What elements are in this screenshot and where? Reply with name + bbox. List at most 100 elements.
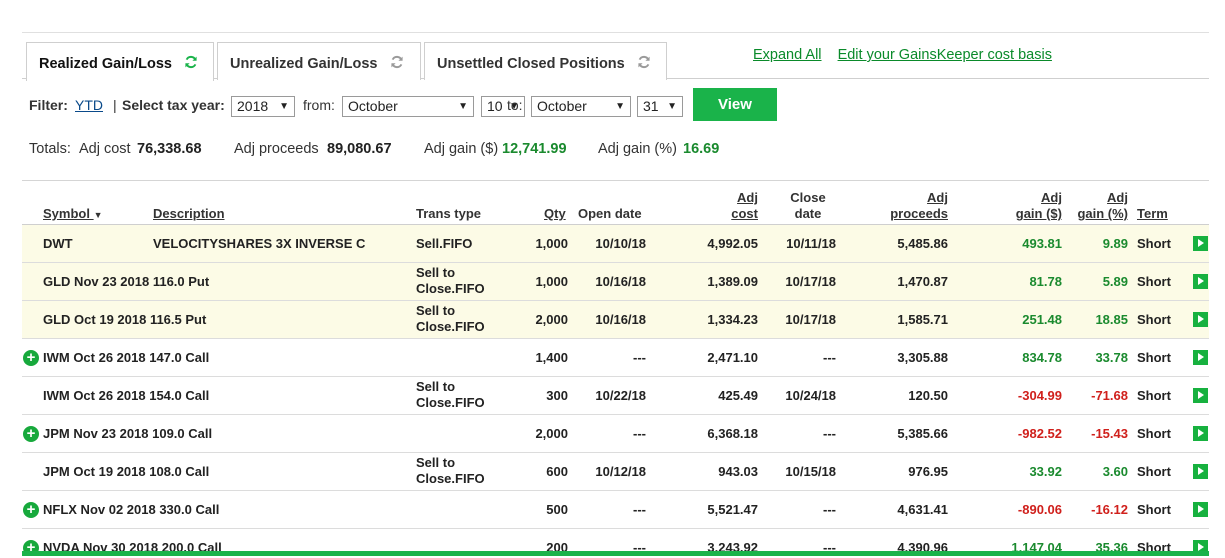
table-row[interactable]: + IWM Oct 26 2018 147.0 Call 1,400 --- 2,471… xyxy=(22,339,1209,377)
cell-term: Short xyxy=(1137,274,1171,289)
edit-cost-basis-link[interactable]: Edit your GainsKeeper cost basis xyxy=(838,47,1052,63)
cell-adj-gain-pct: -71.68 xyxy=(1091,388,1128,403)
cell-adj-gain: -890.06 xyxy=(1017,502,1062,517)
cell-term: Short xyxy=(1137,312,1171,327)
table-row[interactable]: IWM Oct 26 2018 154.0 Call Sell to Close.… xyxy=(22,377,1209,415)
col-adj-gain-line1: Adj xyxy=(1041,190,1062,205)
top-links: Expand All Edit your GainsKeeper cost ba… xyxy=(753,47,1064,63)
cell-open-date: 10/16/18 xyxy=(595,274,646,289)
cell-close-date: 10/17/18 xyxy=(785,312,836,327)
table-row[interactable]: JPM Oct 19 2018 108.0 Call Sell to Close.… xyxy=(22,453,1209,491)
table-row[interactable]: GLD Oct 19 2018 116.5 Put Sell to Close.F… xyxy=(22,301,1209,339)
cell-open-date: --- xyxy=(633,502,646,517)
totals-adj-gain: 12,741.99 xyxy=(502,141,567,157)
cell-open-date: 10/16/18 xyxy=(595,312,646,327)
col-symbol[interactable]: Symbol ▼ xyxy=(43,206,103,223)
cell-adj-cost: 425.49 xyxy=(718,388,758,403)
cell-adj-gain: 33.92 xyxy=(1029,464,1062,479)
play-arrow-icon[interactable] xyxy=(1193,464,1208,479)
cell-adj-cost: 5,521.47 xyxy=(707,502,758,517)
col-adj-gain-pct[interactable]: Adj gain (%) xyxy=(1064,190,1128,222)
cell-symbol: IWM Oct 26 2018 147.0 Call xyxy=(43,350,210,365)
cell-symbol: JPM Oct 19 2018 108.0 Call xyxy=(43,464,210,479)
to-label: to: xyxy=(507,97,523,113)
col-adj-gain[interactable]: Adj gain ($) xyxy=(998,190,1062,222)
col-adj-proceeds[interactable]: Adj proceeds xyxy=(868,190,948,222)
tax-year-select[interactable]: 2018 ▼ xyxy=(231,96,295,117)
tax-year-label: Select tax year: xyxy=(122,97,225,113)
refresh-icon[interactable] xyxy=(184,55,198,69)
col-description[interactable]: Description xyxy=(153,206,225,222)
refresh-icon[interactable] xyxy=(637,55,651,69)
cell-adj-cost: 1,334.23 xyxy=(707,312,758,327)
col-term[interactable]: Term xyxy=(1137,206,1168,222)
view-button[interactable]: View xyxy=(693,88,777,121)
totals-adj-cost-label: Adj cost xyxy=(79,141,131,157)
expand-plus-icon[interactable]: + xyxy=(23,350,39,366)
cell-close-date: 10/24/18 xyxy=(785,388,836,403)
cell-adj-gain-pct: 33.78 xyxy=(1095,350,1128,365)
col-adj-gain-pct-line2: gain (%) xyxy=(1077,206,1128,221)
cell-close-date: --- xyxy=(823,502,836,517)
tab-label: Realized Gain/Loss xyxy=(39,56,172,72)
play-arrow-icon[interactable] xyxy=(1193,274,1208,289)
cell-adj-gain: 251.48 xyxy=(1022,312,1062,327)
expand-plus-icon[interactable]: + xyxy=(23,426,39,442)
cell-close-date: --- xyxy=(823,426,836,441)
tab-realized-gain-loss[interactable]: Realized Gain/Loss xyxy=(26,42,214,81)
table-row[interactable]: DWT VELOCITYSHARES 3X INVERSE C Sell.FIFO 1… xyxy=(22,225,1209,263)
cell-open-date: 10/12/18 xyxy=(595,464,646,479)
cell-adj-gain: 81.78 xyxy=(1029,274,1062,289)
cell-open-date: --- xyxy=(633,426,646,441)
to-day-value: 31 xyxy=(643,98,659,114)
refresh-icon[interactable] xyxy=(390,55,404,69)
cell-open-date: 10/10/18 xyxy=(595,236,646,251)
expand-plus-icon[interactable]: + xyxy=(23,502,39,518)
totals-adj-proceeds: 89,080.67 xyxy=(327,141,392,157)
play-arrow-icon[interactable] xyxy=(1193,312,1208,327)
cell-adj-proceeds: 1,470.87 xyxy=(897,274,948,289)
chevron-down-icon: ▼ xyxy=(279,101,289,112)
cell-adj-proceeds: 4,631.41 xyxy=(897,502,948,517)
filter-label: Filter: xyxy=(29,97,68,113)
cell-open-date: 10/22/18 xyxy=(595,388,646,403)
cell-adj-cost: 4,992.05 xyxy=(707,236,758,251)
cell-adj-proceeds: 120.50 xyxy=(908,388,948,403)
play-arrow-icon[interactable] xyxy=(1193,426,1208,441)
cell-term: Short xyxy=(1137,236,1171,251)
table-header: Symbol ▼ Description Trans type Qty Open… xyxy=(22,181,1209,225)
cell-qty: 1,000 xyxy=(535,274,568,289)
to-month-select[interactable]: October ▼ xyxy=(531,96,631,117)
from-month-select[interactable]: October ▼ xyxy=(342,96,474,117)
col-qty[interactable]: Qty xyxy=(544,206,566,222)
cell-qty: 2,000 xyxy=(535,312,568,327)
totals-adj-gain-label: Adj gain ($) xyxy=(424,141,499,157)
tab-unrealized-gain-loss[interactable]: Unrealized Gain/Loss xyxy=(217,42,421,80)
cell-close-date: --- xyxy=(823,350,836,365)
table-row[interactable]: + NFLX Nov 02 2018 330.0 Call 500 --- 5,521.… xyxy=(22,491,1209,529)
cell-symbol: GLD Oct 19 2018 116.5 Put xyxy=(43,312,207,327)
cell-open-date: --- xyxy=(633,350,646,365)
play-arrow-icon[interactable] xyxy=(1193,502,1208,517)
col-adj-cost-line1: Adj xyxy=(737,190,758,205)
cell-symbol: DWT xyxy=(43,236,73,251)
play-arrow-icon[interactable] xyxy=(1193,236,1208,251)
to-day-select[interactable]: 31 ▼ xyxy=(637,96,683,117)
expand-all-link[interactable]: Expand All xyxy=(753,47,822,63)
cell-adj-gain: -982.52 xyxy=(1017,426,1062,441)
from-label: from: xyxy=(303,97,335,113)
tab-unsettled-closed-positions[interactable]: Unsettled Closed Positions xyxy=(424,42,667,80)
cell-qty: 300 xyxy=(546,388,568,403)
col-adj-gain-line2: gain ($) xyxy=(1015,206,1062,221)
cell-symbol: IWM Oct 26 2018 154.0 Call xyxy=(43,388,210,403)
totals-label: Totals: xyxy=(29,141,71,157)
table-row[interactable]: + JPM Nov 23 2018 109.0 Call 2,000 --- 6,368… xyxy=(22,415,1209,453)
ytd-link[interactable]: YTD xyxy=(75,88,103,122)
cell-description: VELOCITYSHARES 3X INVERSE C xyxy=(153,236,366,251)
col-adj-cost[interactable]: Adj cost xyxy=(708,190,758,222)
play-arrow-icon[interactable] xyxy=(1193,388,1208,403)
cell-close-date: 10/15/18 xyxy=(785,464,836,479)
table-row[interactable]: GLD Nov 23 2018 116.0 Put Sell to Close.F… xyxy=(22,263,1209,301)
chevron-down-icon: ▼ xyxy=(615,101,625,112)
play-arrow-icon[interactable] xyxy=(1193,350,1208,365)
